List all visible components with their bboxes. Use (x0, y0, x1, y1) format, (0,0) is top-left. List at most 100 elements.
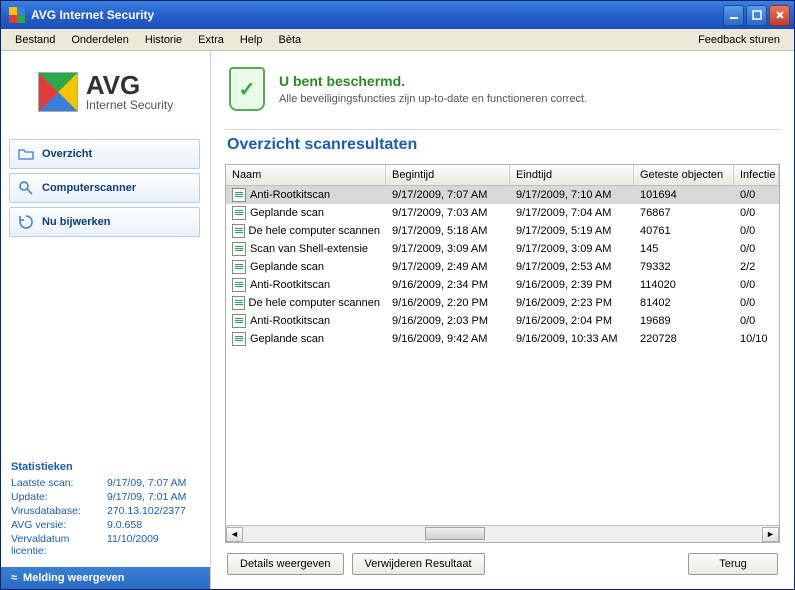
horizontal-scrollbar[interactable]: ◄ ► (226, 525, 779, 542)
stats-key: Laatste scan: (11, 477, 107, 489)
cell-name: Scan van Shell-extensie (226, 241, 386, 257)
update-icon (18, 214, 34, 230)
col-naam[interactable]: Naam (226, 165, 386, 185)
cell-name: Geplande scan (226, 259, 386, 275)
button-row: Details weergeven Verwijderen Resultaat … (225, 543, 780, 579)
logo: AVG Internet Security (1, 51, 210, 133)
scroll-right-button[interactable]: ► (762, 527, 779, 542)
stats-value: 9.0.658 (107, 519, 142, 531)
stats-key: Vervaldatum licentie: (11, 533, 107, 557)
stats-value: 9/17/09, 7:01 AM (107, 491, 186, 503)
cell-name: Geplande scan (226, 331, 386, 347)
menu-beta[interactable]: Bèta (270, 31, 309, 49)
col-infectie[interactable]: Infectie (734, 165, 779, 185)
cell-end: 9/17/2009, 2:53 AM (510, 260, 634, 274)
table-header: Naam Begintijd Eindtijd Geteste objecten… (226, 165, 779, 186)
document-icon (232, 278, 246, 292)
menu-historie[interactable]: Historie (137, 31, 190, 49)
logo-subtitle: Internet Security (86, 98, 173, 112)
melding-bar[interactable]: ≈ Melding weergeven (1, 567, 210, 589)
document-icon (232, 224, 245, 238)
menu-feedback[interactable]: Feedback sturen (690, 31, 788, 49)
close-button[interactable] (769, 5, 790, 26)
stats-key: Update: (11, 491, 107, 503)
cell-infectie: 2/2 (734, 260, 779, 274)
table-row[interactable]: Scan van Shell-extensie 9/17/2009, 3:09 A… (226, 240, 779, 258)
app-window: AVG Internet Security Bestand Onderdelen… (0, 0, 795, 590)
sidebar-item-overzicht[interactable]: Overzicht (9, 139, 200, 169)
content-area: Overzicht scanresultaten Naam Begintijd … (211, 129, 794, 589)
details-button[interactable]: Details weergeven (227, 553, 344, 575)
cell-end: 9/17/2009, 3:09 AM (510, 242, 634, 256)
table-row[interactable]: De hele computer scannen9/16/2009, 2:20 … (226, 294, 779, 312)
document-icon (232, 314, 246, 328)
page-title: Overzicht scanresultaten (225, 129, 780, 164)
stats-value: 9/17/09, 7:07 AM (107, 477, 186, 489)
folder-icon (18, 146, 34, 162)
minimize-button[interactable] (723, 5, 744, 26)
logo-text: AVG Internet Security (86, 72, 173, 112)
cell-begin: 9/16/2009, 2:20 PM (386, 296, 510, 310)
sidebar-item-computerscanner[interactable]: Computerscanner (9, 173, 200, 203)
table-row[interactable]: Geplande scan9/17/2009, 7:03 AM9/17/2009… (226, 204, 779, 222)
menu-onderdelen[interactable]: Onderdelen (63, 31, 137, 49)
table-row[interactable]: Anti-Rootkitscan9/16/2009, 2:34 PM9/16/2… (226, 276, 779, 294)
cell-begin: 9/17/2009, 7:07 AM (386, 188, 510, 202)
document-icon (232, 260, 246, 274)
menu-extra[interactable]: Extra (190, 31, 232, 49)
delete-result-button[interactable]: Verwijderen Resultaat (352, 553, 485, 575)
table-row[interactable]: Anti-Rootkitscan9/16/2009, 2:03 PM9/16/2… (226, 312, 779, 330)
stats-row: Laatste scan:9/17/09, 7:07 AM (11, 477, 200, 489)
cell-end: 9/17/2009, 5:19 AM (510, 224, 634, 238)
col-eindtijd[interactable]: Eindtijd (510, 165, 634, 185)
menu-help[interactable]: Help (232, 31, 271, 49)
magnifier-icon (18, 180, 34, 196)
col-begintijd[interactable]: Begintijd (386, 165, 510, 185)
cell-name: Anti-Rootkitscan (226, 187, 386, 203)
cell-begin: 9/16/2009, 2:34 PM (386, 278, 510, 292)
chevron-down-icon: ≈ (11, 572, 17, 584)
cell-tested: 114020 (634, 278, 734, 292)
table-row[interactable]: Geplande scan9/16/2009, 9:42 AM9/16/2009… (226, 330, 779, 348)
menu-bestand[interactable]: Bestand (7, 31, 63, 49)
sidebar: AVG Internet Security Overzicht Computer… (1, 51, 211, 589)
table-row[interactable]: Geplande scan9/17/2009, 2:49 AM9/17/2009… (226, 258, 779, 276)
scroll-track[interactable] (243, 527, 762, 542)
cell-end: 9/16/2009, 2:04 PM (510, 314, 634, 328)
document-icon (232, 188, 246, 202)
cell-tested: 19689 (634, 314, 734, 328)
stats-key: Virusdatabase: (11, 505, 107, 517)
scan-results-table: Naam Begintijd Eindtijd Geteste objecten… (225, 164, 780, 543)
document-icon (232, 296, 245, 310)
stats-row: AVG versie:9.0.658 (11, 519, 200, 531)
cell-end: 9/16/2009, 2:39 PM (510, 278, 634, 292)
cell-end: 9/16/2009, 2:23 PM (510, 296, 634, 310)
cell-infectie: 0/0 (734, 296, 779, 310)
shield-check-icon: ✓ (229, 67, 265, 111)
sidebar-item-label: Overzicht (42, 148, 92, 160)
stats-value: 11/10/2009 (107, 533, 159, 557)
scroll-left-button[interactable]: ◄ (226, 527, 243, 542)
maximize-button[interactable] (746, 5, 767, 26)
scroll-thumb[interactable] (425, 527, 485, 540)
stats-row: Virusdatabase:270.13.102/2377 (11, 505, 200, 517)
body-area: AVG Internet Security Overzicht Computer… (1, 51, 794, 589)
sidebar-item-nu-bijwerken[interactable]: Nu bijwerken (9, 207, 200, 237)
main-panel: ✓ U bent beschermd. Alle beveiligingsfun… (211, 51, 794, 589)
col-geteste-objecten[interactable]: Geteste objecten (634, 165, 734, 185)
cell-infectie: 10/10 (734, 332, 779, 346)
table-row[interactable]: De hele computer scannen9/17/2009, 5:18 … (226, 222, 779, 240)
cell-name: De hele computer scannen (226, 223, 386, 239)
back-button[interactable]: Terug (688, 553, 778, 575)
window-title: AVG Internet Security (31, 8, 723, 22)
sidebar-nav: Overzicht Computerscanner Nu bijwerken (1, 133, 210, 251)
logo-title: AVG (86, 72, 173, 98)
cell-infectie: 0/0 (734, 206, 779, 220)
table-row[interactable]: Anti-Rootkitscan9/17/2009, 7:07 AM9/17/2… (226, 186, 779, 204)
cell-name: De hele computer scannen (226, 295, 386, 311)
cell-tested: 40761 (634, 224, 734, 238)
cell-end: 9/17/2009, 7:10 AM (510, 188, 634, 202)
stats-row: Update:9/17/09, 7:01 AM (11, 491, 200, 503)
cell-tested: 101694 (634, 188, 734, 202)
cell-name: Anti-Rootkitscan (226, 277, 386, 293)
